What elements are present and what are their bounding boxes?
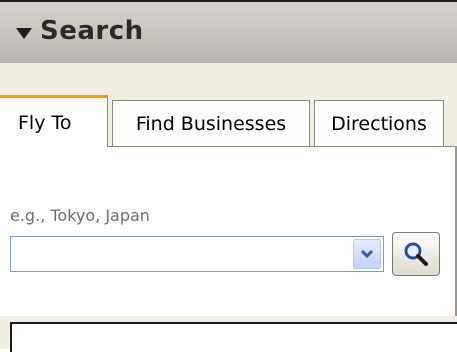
location-combobox[interactable] <box>10 236 384 272</box>
search-button[interactable] <box>392 232 440 276</box>
tab-fly-to[interactable]: Fly To <box>0 95 108 147</box>
tab-find-businesses-label: Find Businesses <box>135 112 287 135</box>
search-panel-title: Search <box>40 16 144 46</box>
chevron-down-icon <box>360 249 374 259</box>
tab-directions-label: Directions <box>331 112 427 135</box>
location-input[interactable] <box>13 239 355 271</box>
location-hint-text: e.g., Tokyo, Japan <box>10 206 150 225</box>
collapse-triangle-icon[interactable] <box>16 28 32 39</box>
tab-find-businesses[interactable]: Find Businesses <box>112 100 310 146</box>
search-panel-header[interactable]: Search <box>0 0 457 63</box>
tab-directions[interactable]: Directions <box>314 100 444 146</box>
fly-to-tab-content <box>0 146 457 316</box>
tab-fly-to-label: Fly To <box>18 111 72 134</box>
location-dropdown-button[interactable] <box>353 239 381 269</box>
results-panel <box>10 322 457 352</box>
magnifier-icon <box>404 242 428 266</box>
